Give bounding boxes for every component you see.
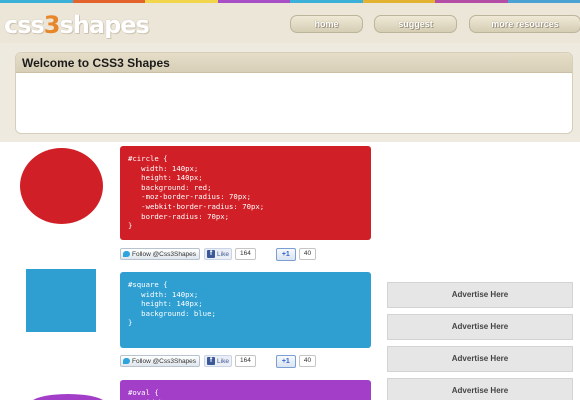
advertise-slot[interactable]: Advertise Here [387, 346, 573, 372]
facebook-like-count: 164 [234, 355, 256, 367]
twitter-follow-button[interactable]: Follow @Css3Shapes [120, 355, 201, 367]
nav-more-resources-button[interactable]: more resources [469, 15, 580, 33]
welcome-title: Welcome to CSS3 Shapes [16, 53, 572, 73]
circle-shape-demo [20, 148, 103, 224]
site-header: css3shapes home suggest more resources [0, 3, 580, 43]
oval-code-block: #oval { width: 200px; [120, 380, 371, 400]
nav-suggest-button[interactable]: suggest [374, 15, 457, 33]
site-logo[interactable]: css3shapes [4, 11, 150, 39]
square-shape-demo [26, 269, 96, 332]
nav-home-button[interactable]: home [290, 15, 363, 33]
google-plus-one-button[interactable]: +1 [275, 354, 296, 368]
circle-code-block: #circle { width: 140px; height: 140px; b… [120, 146, 371, 240]
facebook-like-button[interactable]: f Like [204, 248, 232, 260]
social-share-bar: Follow @Css3Shapes f Like 164 +1 40 [120, 247, 317, 261]
square-code-block: #square { width: 140px; height: 140px; b… [120, 272, 371, 348]
google-plus-one-count: 40 [298, 355, 317, 367]
twitter-follow-label: Follow @Css3Shapes [132, 357, 197, 365]
welcome-panel: Welcome to CSS3 Shapes [15, 52, 573, 134]
facebook-like-count: 164 [234, 248, 256, 260]
twitter-follow-button[interactable]: Follow @Css3Shapes [120, 248, 201, 260]
facebook-like-label: Like [217, 357, 229, 365]
facebook-icon: f [207, 250, 216, 258]
twitter-bird-icon [123, 358, 130, 364]
google-plus-one-count: 40 [298, 248, 317, 260]
logo-text-3: 3 [43, 11, 61, 39]
facebook-like-button[interactable]: f Like [204, 355, 232, 367]
facebook-icon: f [207, 357, 216, 365]
advertise-slot[interactable]: Advertise Here [387, 378, 573, 400]
twitter-bird-icon [123, 251, 130, 257]
facebook-like-label: Like [217, 250, 229, 258]
social-share-bar: Follow @Css3Shapes f Like 164 +1 40 [120, 354, 317, 368]
advertise-slot[interactable]: Advertise Here [387, 282, 573, 308]
advertise-slot[interactable]: Advertise Here [387, 314, 573, 340]
logo-text-shapes: shapes [59, 11, 150, 39]
logo-text-css: css [4, 11, 45, 39]
google-plus-one-button[interactable]: +1 [275, 247, 296, 261]
twitter-follow-label: Follow @Css3Shapes [132, 250, 197, 258]
